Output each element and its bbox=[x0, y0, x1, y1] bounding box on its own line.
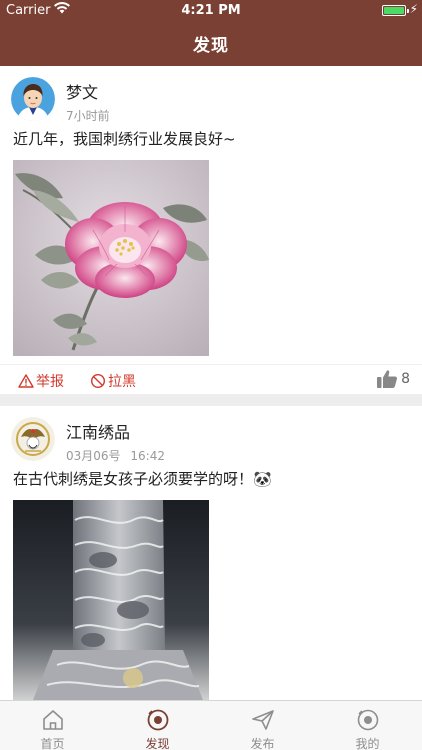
profile-icon bbox=[357, 709, 378, 731]
tab-publish-label: 发布 bbox=[250, 737, 275, 750]
post-time: 7小时前 bbox=[66, 109, 110, 123]
like-count: 8 bbox=[401, 371, 410, 387]
tab-publish[interactable]: 发布 bbox=[210, 701, 315, 750]
tab-bar: 首页 发现 发布 我的 bbox=[0, 700, 422, 750]
block-icon bbox=[90, 373, 106, 389]
status-time: 4:21 PM bbox=[181, 3, 241, 18]
post-card[interactable]: 江南绣品 03月06号 16:42 在古代刺绣是女孩子必须要学的呀！🐼 bbox=[0, 406, 422, 700]
feed-list[interactable]: 梦文 7小时前 近几年，我国刺绣行业发展良好~ 举报 拉黑 8 江南绣品 03月… bbox=[0, 66, 422, 700]
warning-icon bbox=[18, 374, 34, 388]
tab-discover[interactable]: 发现 bbox=[105, 701, 210, 750]
post-content: 近几年，我国刺绣行业发展良好~ bbox=[13, 130, 236, 148]
tab-profile-label: 我的 bbox=[355, 737, 380, 750]
post-image-silk-embroidery[interactable] bbox=[13, 500, 209, 700]
status-bar: Carrier 4:21 PM ⚡ bbox=[0, 0, 422, 22]
battery-icon bbox=[382, 5, 409, 16]
block-button[interactable]: 拉黑 bbox=[90, 371, 136, 391]
charging-icon: ⚡ bbox=[409, 2, 418, 16]
post-content: 在古代刺绣是女孩子必须要学的呀！🐼 bbox=[13, 470, 272, 488]
post-time: 03月06号 16:42 bbox=[66, 447, 165, 464]
discover-icon bbox=[147, 709, 168, 731]
nav-header: Carrier 4:21 PM ⚡ 发现 bbox=[0, 0, 422, 66]
tab-home[interactable]: 首页 bbox=[0, 701, 105, 750]
tab-discover-label: 发现 bbox=[145, 737, 170, 750]
thumbs-up-icon bbox=[377, 370, 398, 388]
home-icon bbox=[42, 710, 63, 730]
send-icon bbox=[251, 710, 274, 730]
avatar[interactable] bbox=[11, 417, 55, 461]
post-card[interactable]: 梦文 7小时前 近几年，我国刺绣行业发展良好~ 举报 拉黑 8 bbox=[0, 66, 422, 394]
avatar[interactable] bbox=[11, 77, 55, 121]
post-author[interactable]: 江南绣品 bbox=[66, 419, 130, 443]
report-button[interactable]: 举报 bbox=[18, 371, 64, 391]
report-label: 举报 bbox=[36, 374, 64, 390]
post-date: 03月06号 bbox=[66, 449, 121, 463]
post-image-peony-embroidery[interactable] bbox=[13, 160, 209, 356]
post-clock: 16:42 bbox=[130, 449, 165, 463]
tab-profile[interactable]: 我的 bbox=[315, 701, 420, 750]
post-actions: 举报 拉黑 8 bbox=[0, 364, 422, 394]
like-button[interactable]: 8 bbox=[376, 369, 410, 389]
tab-home-label: 首页 bbox=[40, 737, 65, 750]
block-label: 拉黑 bbox=[108, 374, 136, 390]
post-author[interactable]: 梦文 bbox=[66, 79, 98, 103]
page-title: 发现 bbox=[193, 36, 229, 56]
app-root: Carrier 4:21 PM ⚡ 发现 梦文 7小时前 近几年，我国刺绣行业发… bbox=[0, 0, 422, 750]
